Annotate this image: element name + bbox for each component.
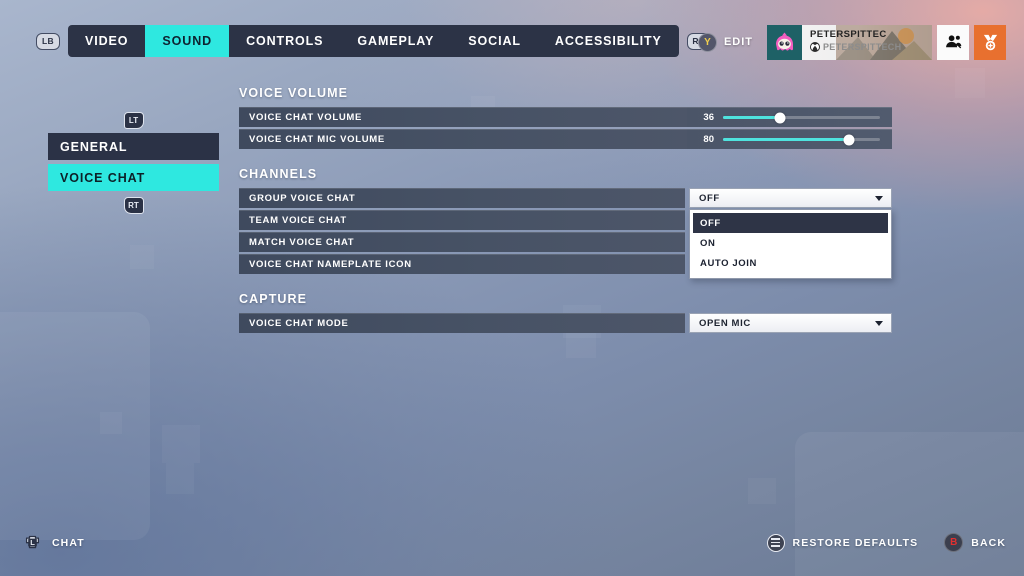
- section-voice-volume: VOICE VOLUME VOICE CHAT VOLUME 36 VOICE …: [239, 86, 892, 149]
- slider-knob[interactable]: [774, 112, 786, 123]
- background-panel-right: [795, 432, 1024, 576]
- xbox-gamertag: PETERSPITTECH: [823, 41, 902, 52]
- section-channels: CHANNELS GROUP VOICE CHAT OFF OFF ON AUT…: [239, 167, 892, 279]
- slider-knob[interactable]: [843, 134, 855, 145]
- friends-icon: [945, 34, 961, 48]
- dropdown-option-off[interactable]: OFF: [693, 213, 888, 233]
- dropdown-option-auto-join[interactable]: AUTO JOIN: [693, 253, 888, 273]
- slider-value: 80: [703, 134, 714, 145]
- tab-video[interactable]: VIDEO: [68, 25, 145, 57]
- settings-screen: LB VIDEO SOUND CONTROLS GAMEPLAY SOCIAL …: [0, 0, 1024, 576]
- row-label: VOICE CHAT VOLUME: [239, 107, 687, 127]
- background-square-h: [748, 478, 776, 504]
- background-square-d: [130, 245, 154, 269]
- footer-actions: RESTORE DEFAULTS B BACK: [766, 533, 1006, 552]
- row-label: VOICE CHAT NAMEPLATE ICON: [239, 254, 685, 274]
- sidebar-item-voice-chat[interactable]: VOICE CHAT: [48, 164, 219, 191]
- chat-label: CHAT: [52, 536, 85, 549]
- slider-cell[interactable]: 36: [687, 107, 892, 127]
- select-value: OPEN MIC: [699, 317, 751, 329]
- avatar: [767, 24, 802, 60]
- bumper-left-button[interactable]: LB: [36, 32, 60, 50]
- chevron-down-icon: [875, 320, 883, 326]
- sidebar-item-label: VOICE CHAT: [60, 170, 146, 185]
- background-square-c: [166, 463, 194, 494]
- slider-track[interactable]: [723, 134, 880, 145]
- category-sidebar: LT GENERAL VOICE CHAT RT: [48, 112, 219, 214]
- tab-controls[interactable]: CONTROLS: [229, 25, 340, 57]
- slider-fill: [723, 138, 849, 141]
- setting-row-group-voice-chat[interactable]: GROUP VOICE CHAT OFF OFF ON AUTO JOIN: [239, 188, 892, 279]
- friends-button[interactable]: [937, 24, 969, 60]
- tab-accessibility[interactable]: ACCESSIBILITY: [538, 25, 679, 57]
- slider-track[interactable]: [723, 112, 880, 123]
- setting-row-voice-chat-mic-volume[interactable]: VOICE CHAT MIC VOLUME 80: [239, 129, 892, 149]
- profile-area: Y EDIT PETERSPITTEC PETERSPITTECH: [697, 24, 1006, 60]
- slider-fill: [723, 116, 780, 119]
- gamertag: PETERSPITTEC: [810, 28, 887, 40]
- background-square-b: [162, 425, 200, 463]
- tab-sound[interactable]: SOUND: [145, 25, 230, 57]
- gamercard[interactable]: PETERSPITTEC PETERSPITTECH: [767, 24, 932, 60]
- chevron-down-icon: [875, 195, 883, 201]
- section-title: CAPTURE: [239, 292, 308, 306]
- y-button-icon: Y: [697, 32, 717, 52]
- voice-chat-mode-select[interactable]: OPEN MIC: [689, 313, 892, 333]
- svg-text:L: L: [30, 538, 35, 547]
- slider-cell[interactable]: 80: [687, 129, 892, 149]
- row-label: TEAM VOICE CHAT: [239, 210, 685, 230]
- back-label: BACK: [971, 536, 1006, 549]
- main-tab-nav: LB VIDEO SOUND CONTROLS GAMEPLAY SOCIAL …: [28, 25, 719, 57]
- tab-bar: VIDEO SOUND CONTROLS GAMEPLAY SOCIAL ACC…: [68, 25, 679, 57]
- row-label: MATCH VOICE CHAT: [239, 232, 685, 252]
- medal-icon: [983, 34, 997, 50]
- section-title: VOICE VOLUME: [239, 86, 349, 100]
- row-label: VOICE CHAT MODE: [239, 313, 685, 333]
- background-panel-left: [0, 312, 150, 540]
- top-header: LB VIDEO SOUND CONTROLS GAMEPLAY SOCIAL …: [0, 0, 1024, 84]
- section-capture: CAPTURE VOICE CHAT MODE OPEN MIC: [239, 292, 892, 333]
- edit-profile-button[interactable]: Y EDIT: [697, 32, 753, 52]
- chat-shortcut[interactable]: L CHAT: [22, 532, 85, 553]
- edit-label: EDIT: [723, 36, 753, 48]
- achievements-button[interactable]: [974, 24, 1006, 60]
- octopus-avatar-icon: [767, 24, 802, 60]
- slider-value: 36: [703, 112, 714, 123]
- section-title: CHANNELS: [239, 167, 318, 181]
- row-label: GROUP VOICE CHAT: [239, 188, 685, 208]
- select-value: OFF: [699, 192, 720, 204]
- dpad-left-icon: L: [22, 532, 43, 553]
- tab-social[interactable]: SOCIAL: [451, 25, 538, 57]
- tab-gameplay[interactable]: GAMEPLAY: [340, 25, 451, 57]
- setting-row-voice-chat-mode[interactable]: VOICE CHAT MODE OPEN MIC: [239, 313, 892, 333]
- xbox-tag-row: PETERSPITTECH: [810, 41, 926, 52]
- back-button[interactable]: B BACK: [944, 533, 1006, 552]
- select-cell[interactable]: OPEN MIC: [689, 313, 892, 333]
- select-cell[interactable]: OFF OFF ON AUTO JOIN: [689, 188, 892, 279]
- restore-defaults-button[interactable]: RESTORE DEFAULTS: [766, 533, 919, 552]
- sidebar-item-general[interactable]: GENERAL: [48, 133, 219, 160]
- row-label: VOICE CHAT MIC VOLUME: [239, 129, 687, 149]
- group-voice-chat-select[interactable]: OFF: [689, 188, 892, 208]
- menu-icon: [766, 533, 785, 552]
- b-button-icon: B: [944, 533, 964, 552]
- settings-panel: VOICE VOLUME VOICE CHAT VOLUME 36 VOICE …: [239, 86, 892, 351]
- setting-row-voice-chat-volume[interactable]: VOICE CHAT VOLUME 36: [239, 107, 892, 127]
- sidebar-item-label: GENERAL: [60, 139, 128, 154]
- dropdown-option-on[interactable]: ON: [693, 233, 888, 253]
- xbox-logo-icon: [810, 41, 820, 52]
- rt-trigger-icon[interactable]: RT: [123, 197, 144, 214]
- restore-defaults-label: RESTORE DEFAULTS: [792, 536, 919, 549]
- background-square-a: [100, 412, 122, 434]
- lt-trigger-icon[interactable]: LT: [123, 112, 144, 129]
- group-voice-chat-dropdown[interactable]: OFF ON AUTO JOIN: [689, 209, 892, 279]
- gamercard-info: PETERSPITTEC PETERSPITTECH: [802, 24, 932, 60]
